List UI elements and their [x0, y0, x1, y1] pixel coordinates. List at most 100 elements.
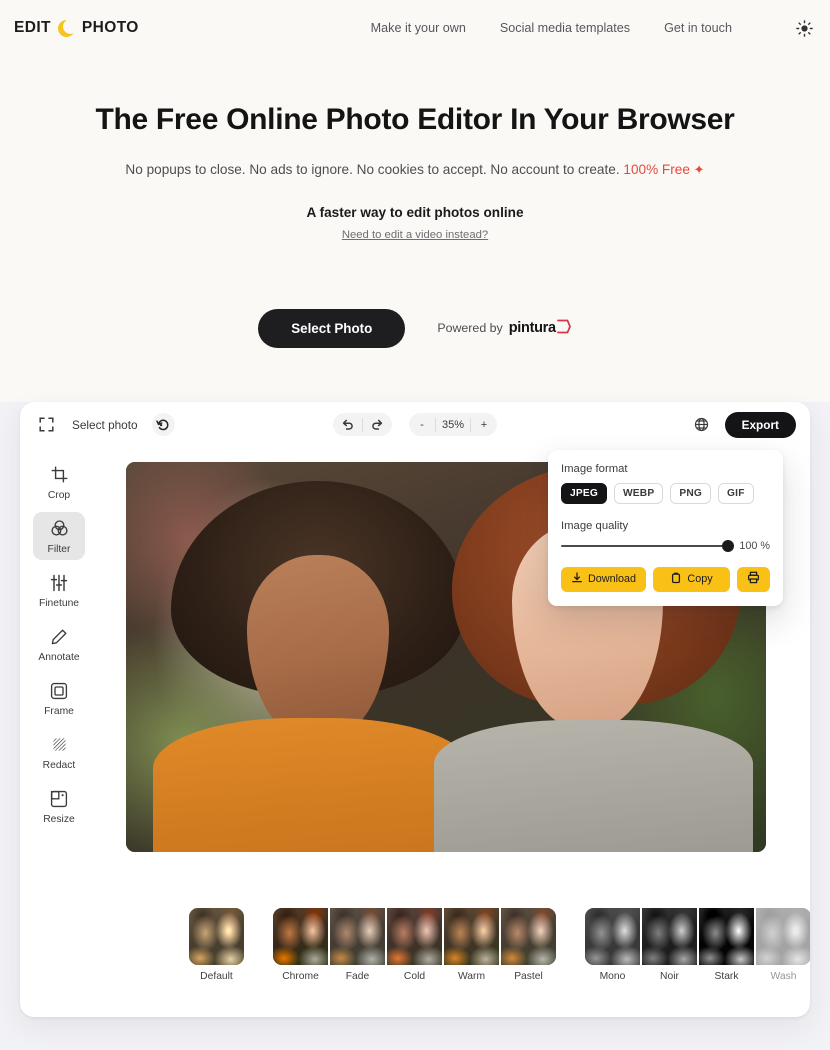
image-format-options: JPEG WEBP PNG GIF — [561, 482, 770, 504]
filter-label: Chrome — [282, 970, 319, 982]
download-icon — [571, 571, 583, 587]
toolbar-right-group: Export — [690, 411, 796, 438]
sidebar-tool-annotate[interactable]: Annotate — [33, 620, 85, 668]
toolbar-select-photo-button[interactable]: Select photo — [70, 415, 140, 435]
filter-thumbnail — [585, 907, 640, 965]
redo-icon[interactable] — [363, 413, 392, 436]
frame-icon — [50, 681, 68, 701]
filter-preset-pastel[interactable]: Pastel — [500, 907, 557, 982]
image-format-label: Image format — [561, 462, 628, 475]
filter-thumbnail — [189, 907, 244, 965]
sliders-icon — [50, 573, 68, 593]
filter-label: Default — [200, 970, 233, 982]
export-button[interactable]: Export — [724, 411, 796, 438]
sidebar-tool-finetune[interactable]: Finetune — [33, 566, 85, 614]
photo-subject-left — [153, 481, 472, 852]
filter-preset-cold[interactable]: Cold — [386, 907, 443, 982]
filter-preset-chrome[interactable]: Chrome — [272, 907, 329, 982]
filter-preset-default[interactable]: Default — [188, 907, 245, 982]
filter-preset-warm[interactable]: Warm — [443, 907, 500, 982]
printer-icon — [747, 571, 760, 587]
zoom-in-button[interactable]: + — [471, 413, 497, 436]
filter-label: Mono — [599, 970, 626, 982]
zoom-out-button[interactable]: - — [409, 413, 435, 436]
sidebar-tool-label: Resize — [43, 813, 75, 825]
filter-preset-mono[interactable]: Mono — [584, 907, 641, 982]
image-quality-slider[interactable] — [561, 539, 735, 552]
filter-thumbnail — [756, 907, 810, 965]
nav-item-make-it-your-own[interactable]: Make it your own — [371, 21, 466, 35]
sidebar-tool-crop[interactable]: Crop — [33, 458, 85, 506]
format-option-gif[interactable]: GIF — [718, 482, 754, 504]
filter-preset-group-mono: Mono Noir Stark Wash — [584, 907, 810, 982]
site-header: EDIT PHOTO Make it your own Social media… — [0, 0, 830, 56]
sidebar-tool-label: Finetune — [38, 597, 80, 609]
photo-face — [247, 555, 389, 741]
filter-label: Stark — [714, 970, 739, 982]
filter-thumbnail — [501, 907, 556, 965]
sidebar-tool-redact[interactable]: Redact — [33, 728, 85, 776]
hero-section: EDIT PHOTO Make it your own Social media… — [0, 0, 830, 402]
hero-content: The Free Online Photo Editor In Your Bro… — [0, 56, 830, 402]
logo-text-photo: PHOTO — [81, 19, 139, 36]
undo-icon[interactable] — [333, 413, 362, 436]
slider-thumb[interactable] — [722, 539, 735, 552]
globe-icon[interactable] — [690, 413, 714, 437]
export-actions: Download Copy — [561, 566, 770, 592]
print-button[interactable] — [737, 566, 770, 592]
nav-item-get-in-touch[interactable]: Get in touch — [664, 21, 732, 35]
filter-thumbnail — [444, 907, 499, 965]
pintura-logo: pintura — [509, 318, 572, 339]
sidebar-tool-label: Redact — [42, 759, 76, 771]
image-quality-label: Image quality — [561, 519, 629, 532]
format-option-webp[interactable]: WEBP — [613, 482, 664, 504]
powered-by-label: Powered by — [437, 321, 503, 335]
logo-text-edit: EDIT — [14, 19, 51, 36]
redact-icon — [51, 735, 68, 755]
sparkle-icon: ✦ — [693, 161, 705, 177]
toolbar-left-group: Select photo — [34, 413, 175, 437]
sidebar-tool-filter[interactable]: Filter — [33, 511, 85, 560]
sun-icon[interactable] — [794, 18, 814, 38]
history-revert-icon[interactable] — [151, 413, 175, 436]
hero-subtitle: No popups to close. No ads to ignore. No… — [30, 162, 800, 178]
filter-preset-list: Default Chrome Fade Cold Warm Pastel Mon… — [20, 907, 810, 982]
moon-icon — [57, 18, 78, 37]
filter-preset-stark[interactable]: Stark — [698, 907, 755, 982]
filter-preset-strip[interactable]: Default Chrome Fade Cold Warm Pastel Mon… — [20, 903, 810, 1001]
zoom-level-label: 35% — [441, 418, 465, 431]
filter-preset-fade[interactable]: Fade — [329, 907, 386, 982]
zoom-control-group: - 35% + — [409, 413, 497, 436]
cta-row: Select Photo Powered by pintura — [30, 308, 800, 402]
main-nav: Make it your own Social media templates … — [371, 18, 814, 38]
hero-tagline: A faster way to edit photos online — [306, 204, 524, 220]
copy-button[interactable]: Copy — [653, 566, 730, 592]
tool-sidebar: Crop Filter Finetune Annotate Frame Reda… — [20, 448, 98, 903]
export-panel: Image format JPEG WEBP PNG GIF Image qua… — [548, 449, 783, 606]
format-option-png[interactable]: PNG — [670, 482, 712, 504]
sidebar-tool-resize[interactable]: Resize — [33, 782, 85, 830]
video-editor-link[interactable]: Need to edit a video instead? — [342, 229, 488, 241]
resize-icon — [50, 789, 68, 809]
expand-icon[interactable] — [34, 413, 58, 437]
filter-preset-wash[interactable]: Wash — [755, 907, 810, 982]
hero-subtitle-highlight: 100% Free — [623, 161, 690, 177]
powered-by: Powered by pintura — [437, 318, 571, 339]
filter-thumbnail — [273, 907, 328, 965]
brand-logo[interactable]: EDIT PHOTO — [14, 18, 139, 37]
format-option-jpeg[interactable]: JPEG — [561, 482, 607, 504]
filter-preset-group-color: Chrome Fade Cold Warm Pastel — [272, 907, 557, 982]
pintura-wordmark: pintura — [508, 320, 556, 336]
download-button[interactable]: Download — [561, 566, 647, 592]
photo-clothing — [153, 718, 472, 852]
sidebar-tool-frame[interactable]: Frame — [33, 674, 85, 722]
filter-preset-noir[interactable]: Noir — [641, 907, 698, 982]
filter-thumbnail — [330, 907, 385, 965]
image-quality-value: 100 % — [739, 539, 770, 552]
nav-item-social-media-templates[interactable]: Social media templates — [500, 21, 630, 35]
filter-label: Noir — [660, 970, 679, 982]
crop-icon — [51, 465, 68, 485]
hero-subtitle-plain: No popups to close. No ads to ignore. No… — [125, 161, 620, 177]
filter-thumbnail — [699, 907, 754, 965]
select-photo-button[interactable]: Select Photo — [258, 308, 406, 348]
